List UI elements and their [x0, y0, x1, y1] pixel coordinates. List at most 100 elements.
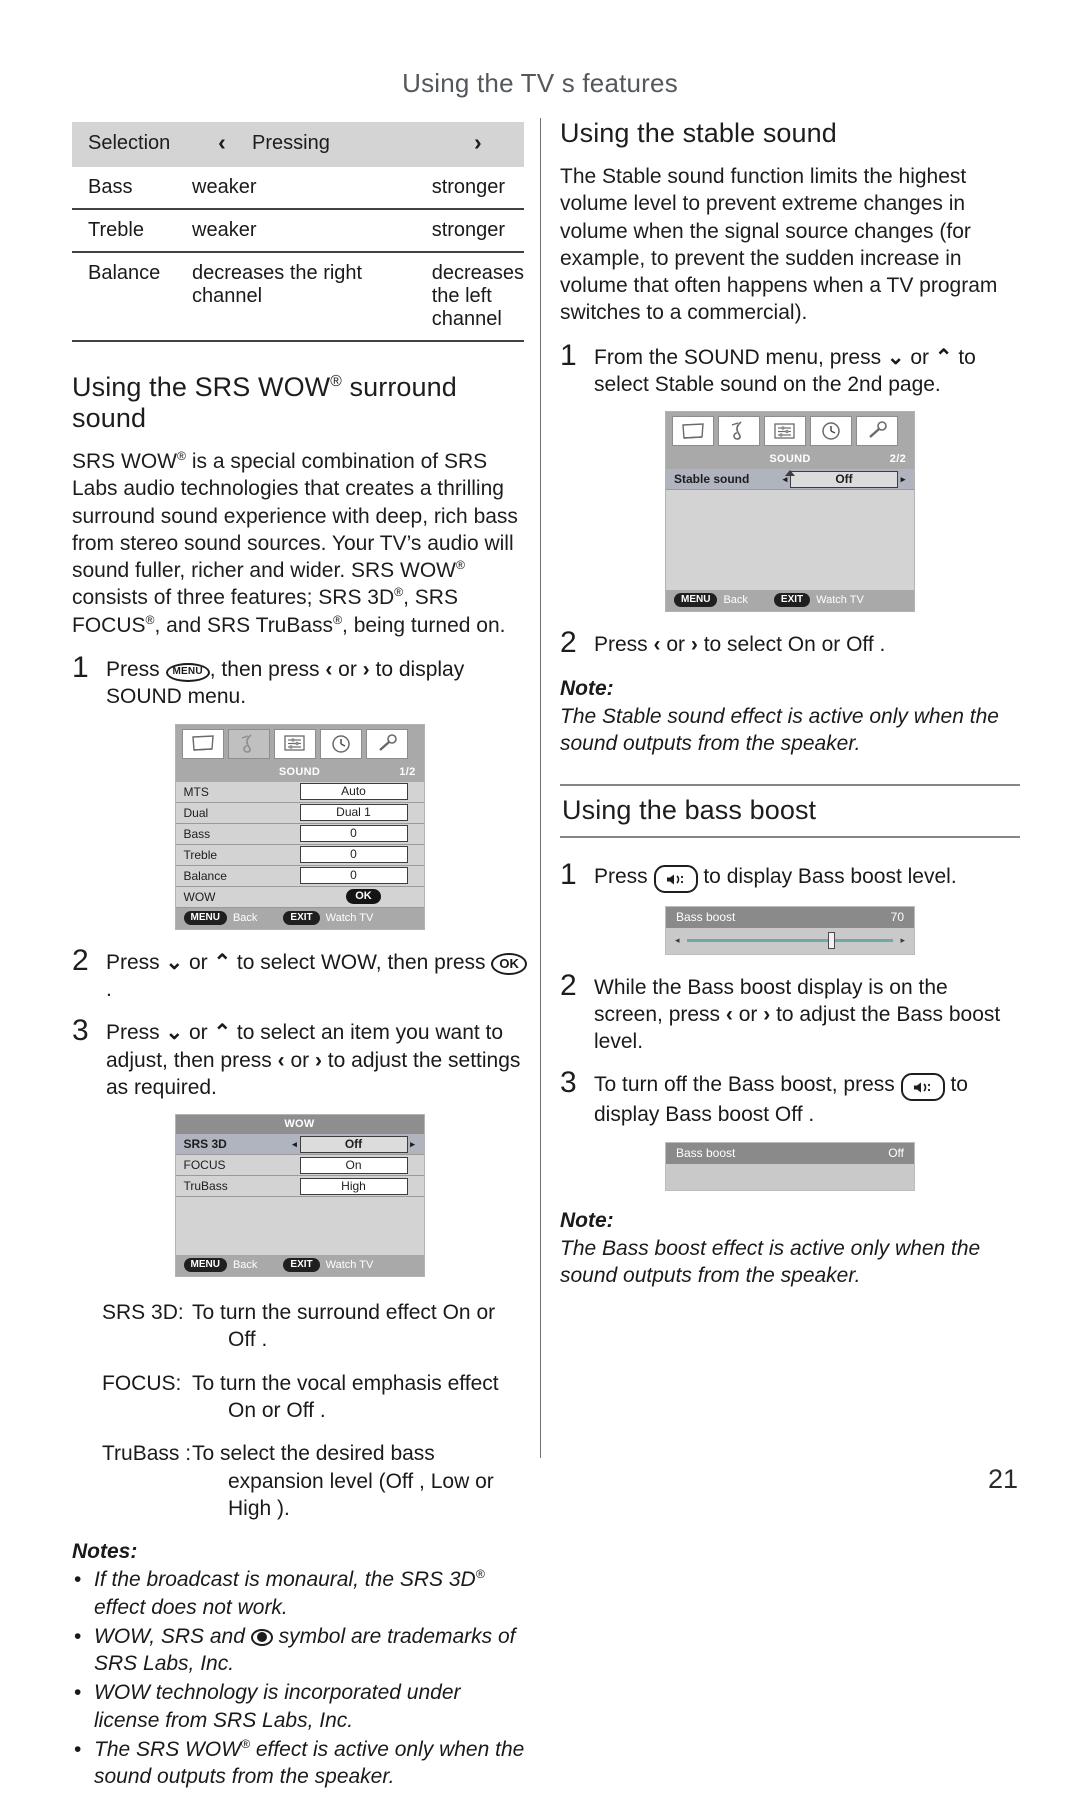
- osd-row-dual[interactable]: Dual Dual 1: [175, 802, 424, 824]
- osd-left-arrow-icon[interactable]: ◂: [290, 1139, 300, 1150]
- step-item: 1 Press to display Bass boost level.: [560, 857, 1020, 893]
- step-text: Press ⌄ or ⌃ to select WOW, then press O…: [106, 946, 527, 1004]
- step-text-pre: Press: [594, 633, 654, 657]
- step-text-or: or: [732, 1002, 764, 1026]
- step-item: 2 While the Bass boost display is on the…: [560, 970, 1020, 1056]
- right-arrow-icon: ›: [690, 633, 698, 657]
- osd-row-balance[interactable]: Balance 0: [175, 865, 424, 887]
- notes-title: Notes:: [72, 1540, 138, 1564]
- up-arrow-icon: ⌃: [213, 1021, 232, 1045]
- row-right-effect: stronger: [431, 209, 524, 253]
- note-text: The SRS WOW® effect is active only when …: [94, 1737, 525, 1789]
- step-number: 2: [560, 626, 577, 660]
- definition-line-2: On or Off .: [228, 1399, 326, 1423]
- step-number: 1: [560, 857, 577, 891]
- up-arrow-icon: ⌃: [213, 950, 232, 974]
- osd-icon-bar: [175, 724, 424, 763]
- osd-row-treble[interactable]: Treble 0: [175, 844, 424, 866]
- intro-tail: consists of three features; SRS 3D: [72, 586, 395, 610]
- definition-item: TruBass : To select the desired bass exp…: [72, 1440, 527, 1522]
- osd-row-value: High: [299, 1177, 408, 1195]
- picture-icon: [181, 728, 224, 759]
- step-text: To turn off the Bass boost, press to dis…: [594, 1068, 1020, 1128]
- osd-row-list: Stable sound ◂ Off ▸: [666, 469, 914, 591]
- osd-row-label: Balance: [183, 868, 227, 883]
- step-text-post: to display Bass boost level.: [697, 864, 957, 888]
- header-pressing: Pressing: [252, 132, 330, 154]
- note-item: The SRS WOW® effect is active only when …: [72, 1736, 527, 1791]
- left-column: Selection ‹ Pressing › Bass weaker stron…: [72, 118, 527, 1793]
- bass-boost-header: Bass boost 70: [666, 906, 914, 928]
- step-number: 3: [560, 1066, 577, 1100]
- osd-page-indicator: 2/2: [889, 453, 906, 466]
- sound-menu-1-screenshot: SOUND 1/2 MTS Auto Dual Dual 1 Bass 0 Tr…: [174, 723, 425, 930]
- osd-row-trubass[interactable]: TruBass High: [175, 1176, 424, 1198]
- selection-pressing-table: Selection ‹ Pressing › Bass weaker stron…: [72, 122, 524, 342]
- step-item: 3 Press ⌄ or ⌃ to select an item you wan…: [72, 1014, 527, 1101]
- menu-key-label: Back: [723, 594, 748, 607]
- step-number: 3: [72, 1014, 89, 1048]
- step-text: Press to display Bass boost level.: [594, 860, 1020, 893]
- bass-boost-level-osd: Bass boost 70 ◂ ▸: [665, 905, 915, 955]
- stable-sound-body: The Stable sound function limits the hig…: [560, 165, 998, 325]
- header-selection: Selection: [88, 132, 171, 154]
- note-text: If the broadcast is monaural, the SRS 3D…: [94, 1567, 485, 1619]
- osd-row-bass[interactable]: Bass 0: [175, 823, 424, 845]
- bass-boost-slider[interactable]: ◂ ▸: [666, 928, 914, 954]
- osd-row-mts[interactable]: MTS Auto: [175, 781, 424, 803]
- registered-mark: ®: [330, 373, 342, 390]
- intro-tail3: , and SRS TruBass: [154, 613, 334, 637]
- step-item: 3 To turn off the Bass boost, press to d…: [560, 1068, 1020, 1128]
- osd-footer: MENU Back EXIT Watch TV: [175, 907, 424, 929]
- step-text: While the Bass boost display is on the s…: [594, 971, 1020, 1056]
- sound-menu-2-screenshot: SOUND 2/2 Stable sound ◂ Off ▸ MENU Back…: [665, 411, 915, 613]
- step-number: 1: [560, 338, 577, 372]
- bass-boost-heading: Using the bass boost: [560, 783, 1020, 838]
- definition-item: SRS 3D: To turn the surround effect On o…: [72, 1299, 527, 1354]
- down-arrow-icon: ⌄: [165, 950, 184, 974]
- osd-footer: MENU Back EXIT Watch TV: [666, 590, 914, 612]
- row-left-effect: weaker: [192, 167, 432, 210]
- note-text: WOW, SRS and symbol are trademarks of SR…: [94, 1624, 516, 1676]
- intro-tail4: , being turned on.: [342, 613, 506, 637]
- registered-mark: ®: [394, 585, 404, 600]
- menu-key-label: Back: [232, 1259, 258, 1272]
- definition-line-1: To select the desired bass: [192, 1442, 435, 1466]
- bass-boost-header: Bass boost Off: [666, 1142, 914, 1164]
- slider-right-arrow-icon[interactable]: ▸: [900, 935, 905, 946]
- step-text-or2: or: [284, 1048, 315, 1072]
- definition-line-2: Off .: [228, 1328, 268, 1352]
- osd-row-list: SRS 3D ◂ Off ▸ FOCUS On TruBass High: [175, 1134, 424, 1256]
- osd-row-value: Off: [299, 1135, 408, 1153]
- slider-track[interactable]: [686, 932, 894, 950]
- osd-row-wow[interactable]: WOW OK: [175, 886, 424, 908]
- down-arrow-icon: ⌄: [886, 345, 905, 369]
- osd-page-indicator: 1/2: [399, 765, 416, 778]
- slider-knob[interactable]: [828, 932, 836, 950]
- osd-right-arrow-icon[interactable]: ▸: [898, 474, 908, 485]
- table-header-row: Selection ‹ Pressing ›: [72, 122, 524, 167]
- definition-item: FOCUS: To turn the vocal emphasis effect…: [72, 1370, 527, 1425]
- osd-title-bar: SOUND 1/2: [175, 762, 424, 782]
- step-text-pre: Press: [106, 950, 166, 974]
- osd-row-srs3d[interactable]: SRS 3D ◂ Off ▸: [175, 1134, 424, 1156]
- osd-row-focus[interactable]: FOCUS On: [175, 1155, 424, 1177]
- table-row: Treble weaker stronger: [72, 209, 524, 253]
- step-text: Press MENU, then press ‹ or › to display…: [106, 653, 527, 711]
- exit-key-label: Watch TV: [325, 1259, 374, 1272]
- timer-icon: [810, 416, 852, 447]
- note-text: WOW technology is incorporated under lic…: [94, 1681, 461, 1732]
- osd-right-arrow-icon[interactable]: ▸: [408, 1139, 418, 1150]
- slider-left-arrow-icon[interactable]: ◂: [675, 935, 680, 946]
- step-number: 2: [72, 943, 89, 977]
- setup-icon: [365, 728, 408, 759]
- osd-empty-area: [175, 1197, 424, 1256]
- exit-key-pill: EXIT: [283, 910, 320, 925]
- sound-icon: [227, 728, 270, 759]
- osd-ok-badge: OK: [310, 889, 418, 905]
- step-text-pre: Press: [106, 1021, 166, 1045]
- row-right-effect: stronger: [431, 167, 524, 210]
- osd-title-bar: SOUND 2/2: [666, 450, 914, 477]
- step-number: 1: [72, 651, 89, 685]
- definition-line-2: expansion level (Off , Low or High ).: [228, 1469, 494, 1520]
